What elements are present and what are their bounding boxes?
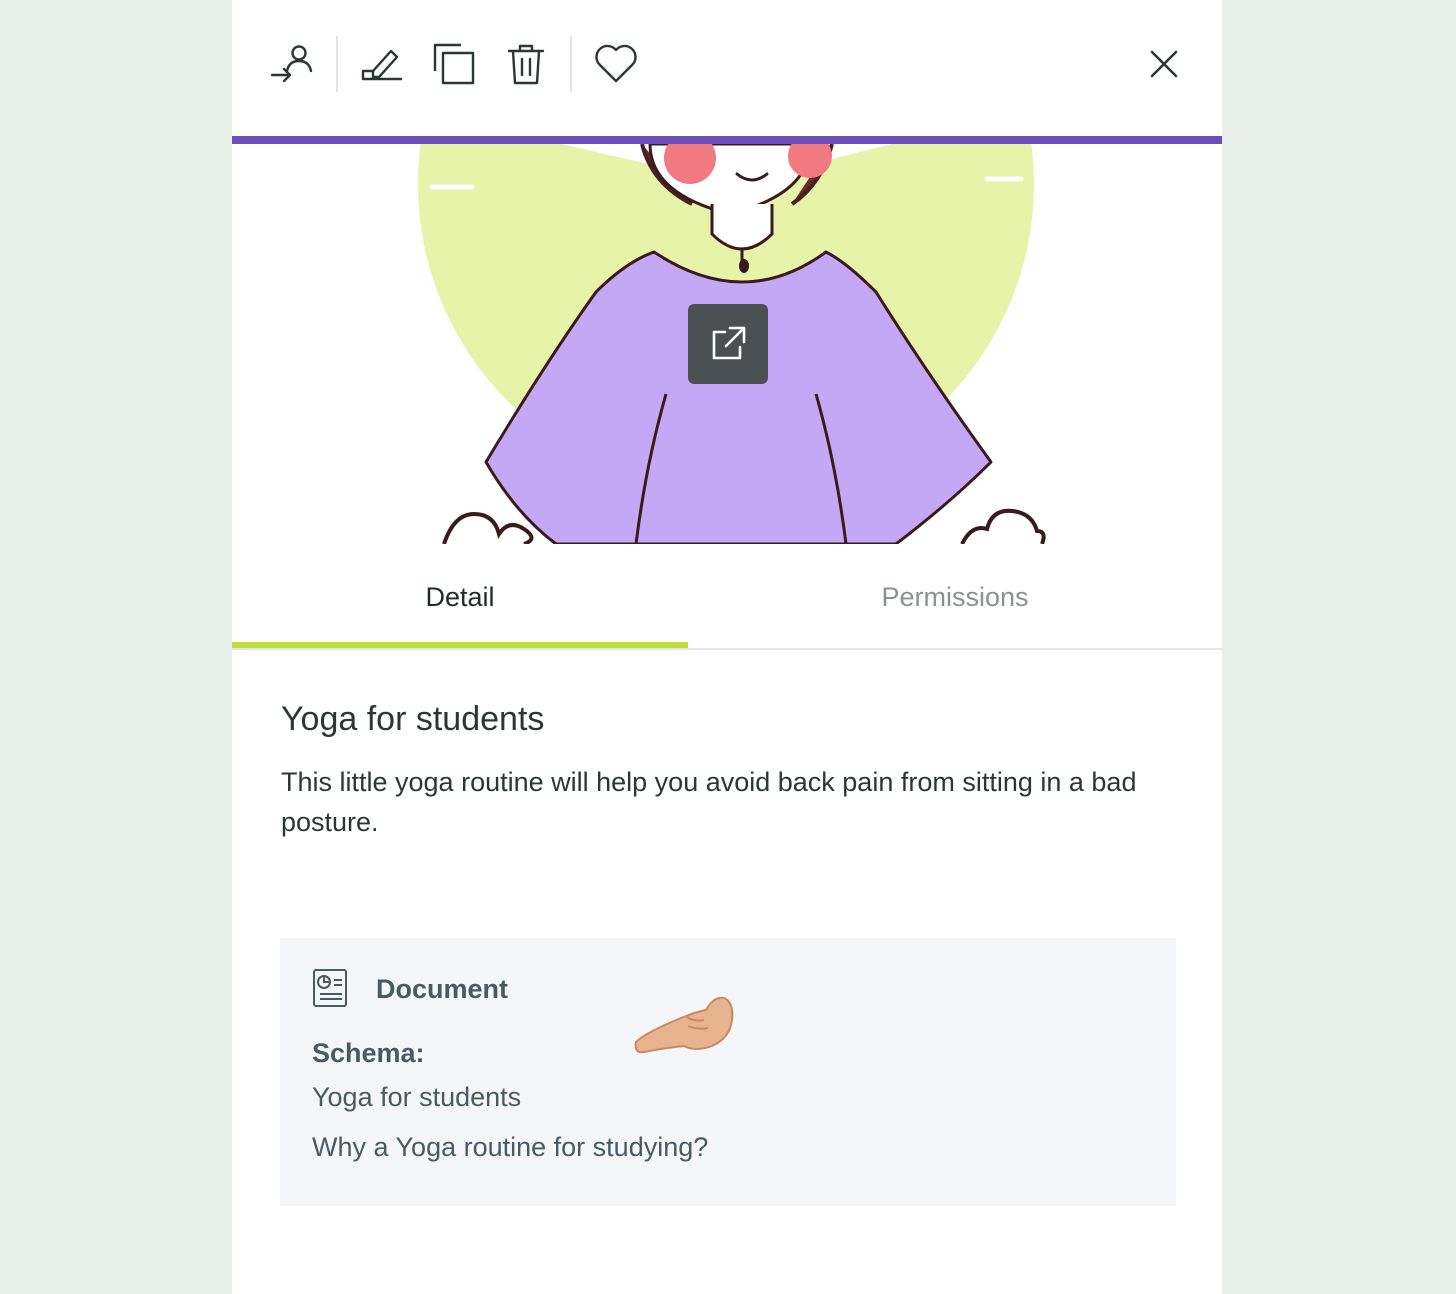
heart-icon: [595, 44, 637, 83]
close-button[interactable]: [1140, 40, 1188, 88]
document-type-label: Document: [376, 974, 509, 1004]
toolbar-separator: [336, 36, 338, 92]
hero-image: [232, 144, 1222, 544]
sign-button[interactable]: [358, 40, 406, 88]
favorite-button[interactable]: [592, 40, 640, 88]
open-external-button[interactable]: [688, 304, 768, 384]
schema-item: Yoga for students: [312, 1082, 522, 1112]
delete-button[interactable]: [502, 40, 550, 88]
toolbar: [232, 0, 1222, 136]
tab-detail[interactable]: Detail: [232, 544, 688, 648]
external-link-icon: [712, 326, 746, 360]
tab-bar: Detail Permissions: [232, 544, 1222, 650]
active-tab-indicator: [232, 642, 688, 648]
page-title: Yoga for students: [281, 700, 545, 738]
close-icon: [1150, 50, 1178, 78]
tab-permissions[interactable]: Permissions: [688, 544, 1222, 648]
sign-edit-icon: [361, 49, 403, 81]
pointing-hand-icon: [634, 996, 734, 1054]
item-description: This little yoga routine will help you a…: [281, 767, 1137, 837]
accent-bar: [232, 136, 1222, 144]
assign-user-icon: [270, 45, 313, 83]
schema-item: Why a Yoga routine for studying?: [312, 1132, 709, 1162]
document-card[interactable]: Document Schema: Yoga for students Why a…: [280, 938, 1176, 1206]
detail-panel: Detail Permissions Yoga for students Thi…: [232, 0, 1222, 1294]
trash-icon: [507, 44, 545, 85]
toolbar-separator: [570, 36, 572, 92]
document-icon: [313, 969, 347, 1007]
schema-label: Schema:: [312, 1038, 425, 1068]
duplicate-button[interactable]: [430, 40, 478, 88]
duplicate-icon: [433, 43, 475, 85]
assign-user-button[interactable]: [268, 40, 316, 88]
